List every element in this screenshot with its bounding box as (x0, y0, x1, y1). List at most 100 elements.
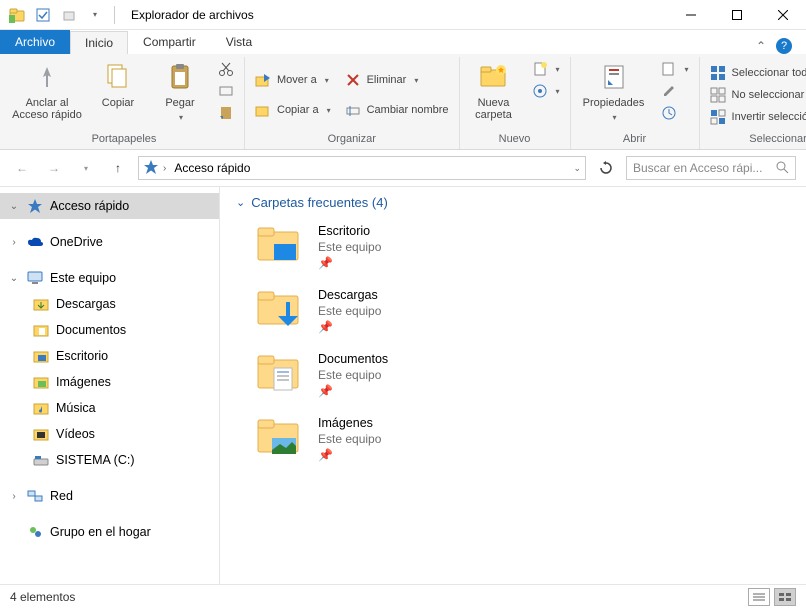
tree-item-documents[interactable]: Documentos (0, 317, 219, 343)
new-item-button[interactable]: ▾ (528, 59, 564, 79)
ribbon-tabs: Archivo Inicio Compartir Vista ⌃ ? (0, 30, 806, 54)
chevron-right-icon[interactable]: › (8, 491, 20, 502)
pc-icon (26, 269, 44, 287)
tree-item-onedrive[interactable]: › OneDrive (0, 229, 219, 255)
copy-path-button[interactable] (214, 81, 238, 101)
nav-forward-button[interactable]: → (42, 156, 66, 180)
address-dropdown-icon[interactable]: ⌄ (573, 163, 581, 174)
copy-button[interactable]: Copiar (90, 59, 146, 131)
group-label-new: Nuevo (466, 131, 564, 147)
folder-item-downloads[interactable]: Descargas Este equipo 📌 (236, 288, 790, 334)
folder-name: Documentos (318, 352, 388, 366)
view-details-button[interactable] (748, 588, 770, 606)
collapse-ribbon-icon[interactable]: ⌃ (756, 39, 766, 53)
breadcrumb-sep-icon: › (163, 163, 166, 174)
folder-item-desktop[interactable]: Escritorio Este equipo 📌 (236, 224, 790, 270)
paste-label: Pegar (165, 97, 194, 109)
pin-icon: 📌 (318, 448, 381, 462)
search-box[interactable] (626, 156, 796, 180)
tree-item-music[interactable]: Música (0, 395, 219, 421)
view-icons-button[interactable] (774, 588, 796, 606)
move-to-button[interactable]: Mover a▾ (251, 70, 335, 90)
tree-item-quick-access[interactable]: ⌄ Acceso rápido (0, 193, 219, 219)
folder-icon (32, 295, 50, 313)
navigation-bar: ← → ▾ ↑ › Acceso rápido ⌄ (0, 150, 806, 186)
folder-name: Descargas (318, 288, 381, 302)
tree-item-homegroup[interactable]: Grupo en el hogar (0, 519, 219, 545)
nav-back-button[interactable]: ← (10, 156, 34, 180)
chevron-right-icon[interactable]: › (8, 237, 20, 248)
tree-item-videos[interactable]: Vídeos (0, 421, 219, 447)
onedrive-icon (26, 233, 44, 251)
cut-button[interactable] (214, 59, 238, 79)
folder-location: Este equipo (318, 368, 388, 382)
ribbon-group-clipboard: Anclar al Acceso rápido Copiar Pegar ▾ P… (4, 57, 245, 149)
nav-recent-dropdown[interactable]: ▾ (74, 156, 98, 180)
folder-icon (32, 347, 50, 365)
paste-shortcut-button[interactable] (214, 103, 238, 123)
rename-button[interactable]: Cambiar nombre (341, 100, 453, 120)
frequent-folders-header[interactable]: ⌄ Carpetas frecuentes (4) (236, 195, 790, 210)
window-title: Explorador de archivos (125, 8, 254, 22)
qat-properties[interactable] (32, 4, 54, 26)
folder-item-pictures[interactable]: Imágenes Este equipo 📌 (236, 416, 790, 462)
navigation-tree: ⌄ Acceso rápido › OneDrive ⌄ Este equipo… (0, 187, 220, 584)
address-star-icon (143, 159, 159, 178)
chevron-down-icon[interactable]: ⌄ (8, 201, 20, 212)
search-input[interactable] (633, 161, 775, 175)
folder-item-documents[interactable]: Documentos Este equipo 📌 (236, 352, 790, 398)
nav-up-button[interactable]: ↑ (106, 156, 130, 180)
copy-to-button[interactable]: Copiar a▾ (251, 100, 335, 120)
tab-share[interactable]: Compartir (128, 30, 211, 54)
delete-button[interactable]: Eliminar▾ (341, 70, 453, 90)
folder-icon (256, 288, 304, 332)
address-bar[interactable]: › Acceso rápido ⌄ (138, 156, 586, 180)
folder-icon (256, 352, 304, 396)
breadcrumb-location[interactable]: Acceso rápido (170, 161, 254, 175)
new-folder-label: Nueva carpeta (468, 97, 520, 121)
ribbon-group-organize: Mover a▾ Copiar a▾ Eliminar▾ Cambiar nom… (245, 57, 460, 149)
network-icon (26, 487, 44, 505)
drive-icon (32, 451, 50, 469)
refresh-button[interactable] (594, 156, 618, 180)
help-icon[interactable]: ? (776, 38, 792, 54)
new-folder-button[interactable]: Nueva carpeta (466, 59, 522, 131)
tree-item-network[interactable]: › Red (0, 483, 219, 509)
easy-access-button[interactable]: ▾ (528, 81, 564, 101)
paste-button[interactable]: Pegar ▾ (152, 59, 208, 131)
tree-item-pictures[interactable]: Imágenes (0, 369, 219, 395)
select-all-button[interactable]: Seleccionar todo (706, 63, 806, 83)
homegroup-icon (26, 523, 44, 541)
pin-to-quick-access-button[interactable]: Anclar al Acceso rápido (10, 59, 84, 131)
qat-dropdown[interactable]: ▾ (84, 4, 106, 26)
tree-item-this-pc[interactable]: ⌄ Este equipo (0, 265, 219, 291)
tab-home[interactable]: Inicio (70, 31, 128, 54)
folder-icon (256, 416, 304, 460)
group-label-organize: Organizar (251, 131, 453, 147)
copy-label: Copiar (102, 97, 134, 109)
invert-selection-button[interactable]: Invertir selección (706, 107, 806, 127)
group-label-select: Seleccionar (706, 131, 806, 147)
tree-item-downloads[interactable]: Descargas (0, 291, 219, 317)
tree-item-system-drive[interactable]: SISTEMA (C:) (0, 447, 219, 473)
app-icon (6, 4, 28, 26)
title-bar: ▾ Explorador de archivos (0, 0, 806, 30)
qat-newfolder[interactable] (58, 4, 80, 26)
tab-file[interactable]: Archivo (0, 30, 70, 54)
maximize-button[interactable] (714, 0, 760, 30)
window-controls (668, 0, 806, 30)
properties-button[interactable]: Propiedades ▾ (577, 59, 651, 131)
tab-view[interactable]: Vista (211, 30, 267, 54)
select-none-button[interactable]: No seleccionar ninguno (706, 85, 806, 105)
folder-icon (32, 373, 50, 391)
minimize-button[interactable] (668, 0, 714, 30)
edit-button[interactable] (657, 81, 693, 101)
tree-item-desktop[interactable]: Escritorio (0, 343, 219, 369)
history-button[interactable] (657, 103, 693, 123)
chevron-down-icon[interactable]: ⌄ (8, 273, 20, 284)
open-button[interactable]: ▾ (657, 59, 693, 79)
search-icon (775, 160, 789, 177)
folder-name: Escritorio (318, 224, 381, 238)
close-button[interactable] (760, 0, 806, 30)
main-pane: ⌄ Carpetas frecuentes (4) Escritorio Est… (220, 187, 806, 584)
